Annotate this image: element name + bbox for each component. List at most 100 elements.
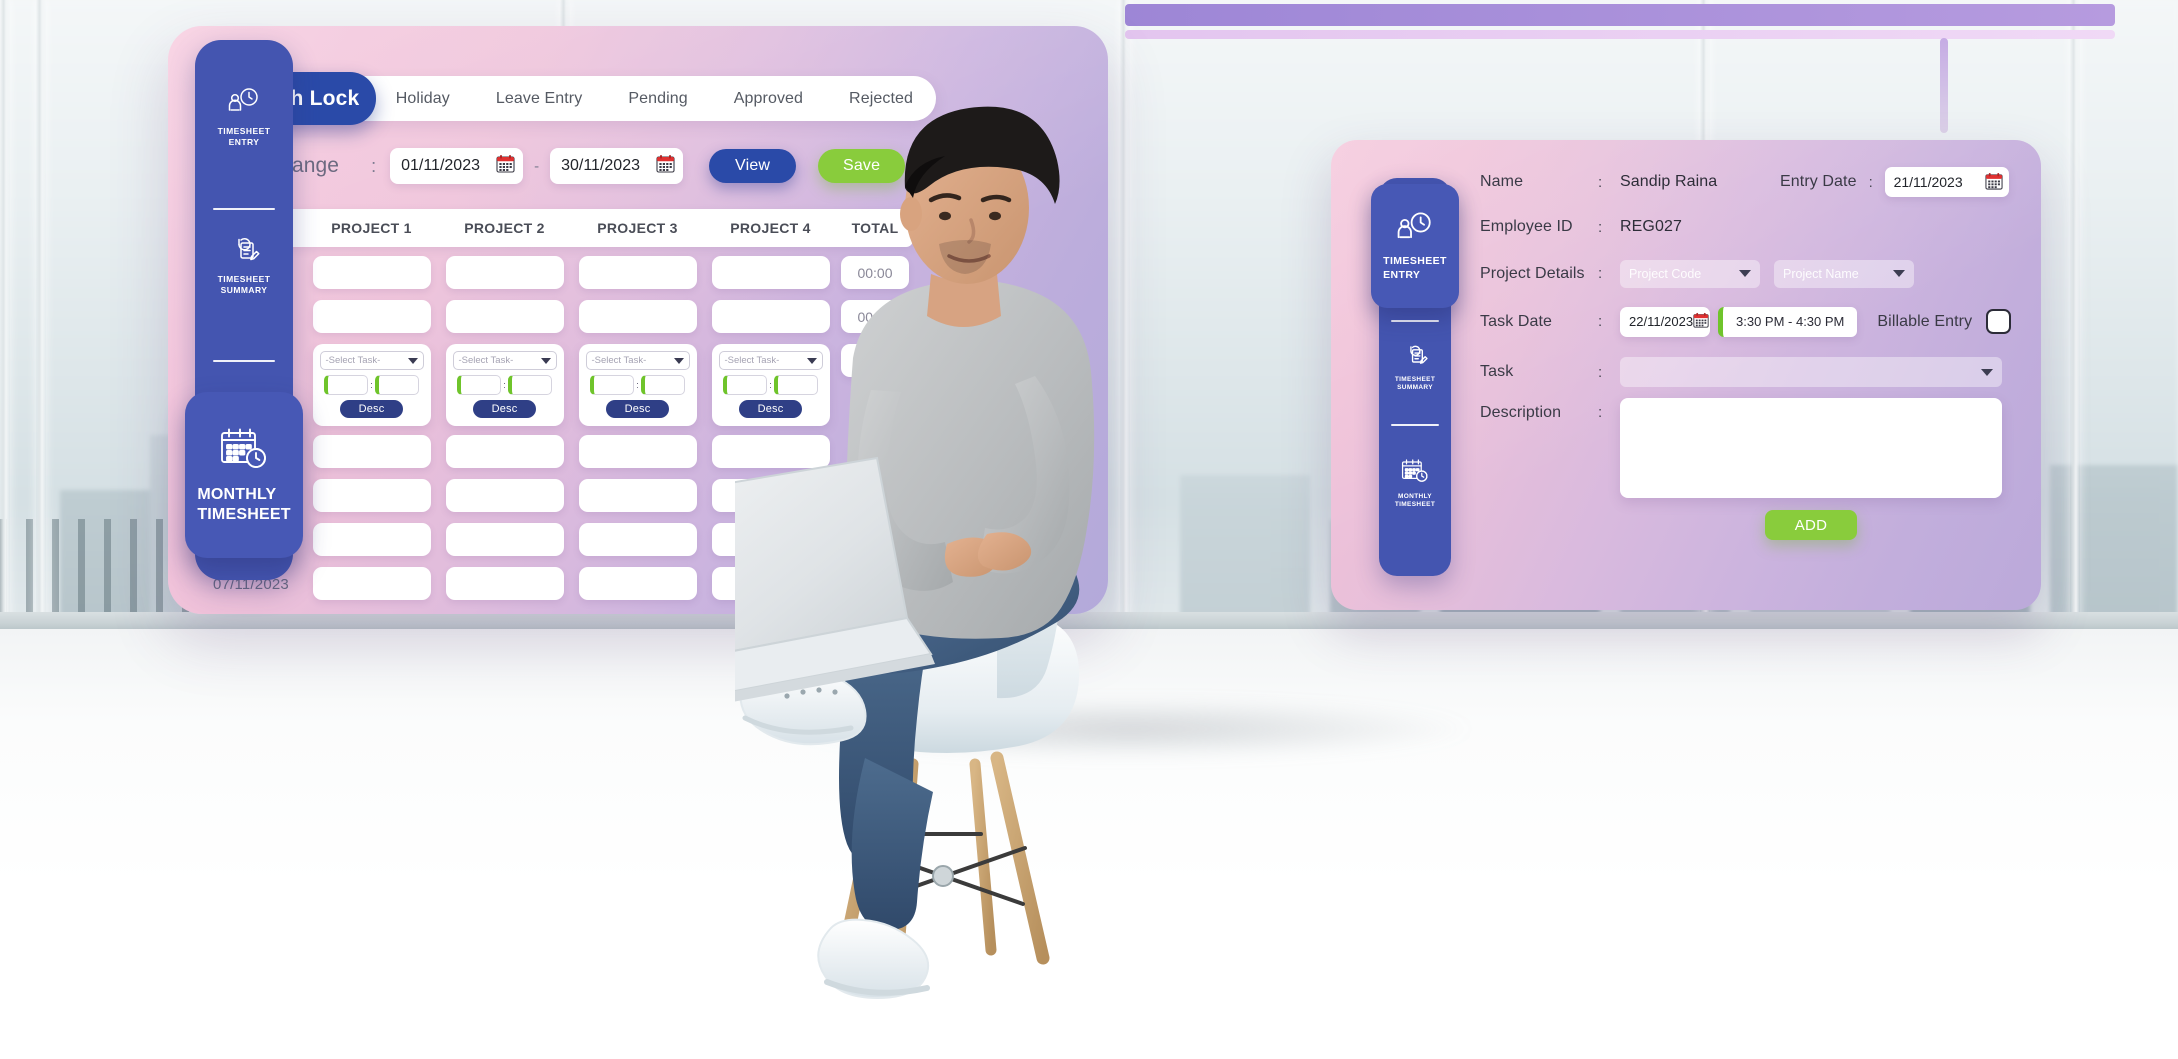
project-code-select[interactable]: Project Code xyxy=(1620,259,1760,288)
window-mullion xyxy=(0,0,10,640)
entry-date-input[interactable]: 21/11/2023 xyxy=(1884,167,2009,197)
calendar-icon[interactable] xyxy=(1693,312,1709,331)
decor-bar-top xyxy=(1125,4,2115,26)
entry-date-label: Entry Date xyxy=(1780,173,1857,190)
project-1-input[interactable] xyxy=(312,256,431,289)
hours-input[interactable] xyxy=(324,375,369,395)
minutes-input[interactable] xyxy=(374,375,419,395)
project-3-input[interactable] xyxy=(578,479,697,512)
project-3-task-cell: -Select Task- : Desc xyxy=(578,344,697,426)
date-from-input[interactable]: 01/11/2023 xyxy=(390,148,524,184)
time-colon: : xyxy=(636,380,639,390)
description-label: Description xyxy=(1480,404,1562,421)
sidebar-item-label: TIMESHEET ENTRY xyxy=(217,126,271,147)
add-button[interactable]: ADD xyxy=(1765,510,1857,540)
calendar-icon[interactable] xyxy=(656,154,675,178)
task-select-placeholder: -Select Task- xyxy=(591,355,647,366)
project-3-input[interactable] xyxy=(578,567,697,600)
project-1-input[interactable] xyxy=(312,435,431,468)
project-3-input[interactable] xyxy=(578,435,697,468)
minutes-input[interactable] xyxy=(640,375,685,395)
task-label: Task xyxy=(1480,363,1514,380)
desc-button[interactable]: Desc xyxy=(473,400,536,418)
person-with-laptop-illustration xyxy=(651,58,1155,1018)
colon: : xyxy=(1868,173,1873,191)
project-2-input[interactable] xyxy=(445,523,564,556)
project-2-input[interactable] xyxy=(445,256,564,289)
project-1-input[interactable] xyxy=(312,300,431,333)
side-sidebar-item-label: MONTHLY TIMESHEET xyxy=(1394,493,1436,509)
colon: : xyxy=(1598,313,1603,330)
task-select-placeholder: -Select Task- xyxy=(325,355,381,366)
time-colon: : xyxy=(503,380,506,390)
project-2-input[interactable] xyxy=(445,479,564,512)
project-3-input[interactable] xyxy=(578,523,697,556)
time-inputs: : xyxy=(324,375,419,395)
project-name-select[interactable]: Project Name xyxy=(1774,259,1914,288)
date-to-input[interactable]: 30/11/2023 xyxy=(550,148,684,184)
sidebar-item-label: MONTHLY TIMESHEET xyxy=(197,486,291,523)
colon: : xyxy=(1598,218,1603,236)
chevron-down-icon[interactable] xyxy=(540,357,551,364)
column-header-project-2: PROJECT 2 xyxy=(464,220,545,236)
billable-entry-label: Billable Entry xyxy=(1877,312,1973,330)
billable-entry-checkbox[interactable] xyxy=(1986,309,2012,334)
monthly-timesheet-icon xyxy=(218,426,270,477)
project-2-input[interactable] xyxy=(445,567,564,600)
task-date-input[interactable]: 22/11/2023 xyxy=(1620,306,1710,337)
sidebar-item-timesheet-entry[interactable]: TIMESHEET ENTRY xyxy=(195,86,293,147)
calendar-icon[interactable] xyxy=(496,154,515,178)
sidebar-item-timesheet-summary[interactable]: TIMESHEET SUMMARY xyxy=(195,236,293,295)
project-1-input[interactable] xyxy=(312,479,431,512)
form-row-description: Description : xyxy=(1480,398,2025,510)
chevron-down-icon[interactable] xyxy=(1893,270,1905,277)
project-1-input[interactable] xyxy=(312,567,431,600)
window-mullion xyxy=(2070,0,2080,640)
form-row-actions: ADD xyxy=(1620,510,2002,540)
hours-input[interactable] xyxy=(590,375,635,395)
task-select[interactable]: -Select Task- xyxy=(585,351,690,370)
date-to-value: 30/11/2023 xyxy=(561,157,640,174)
desc-button[interactable]: Desc xyxy=(606,400,669,418)
chevron-down-icon[interactable] xyxy=(1739,270,1751,277)
project-2-input[interactable] xyxy=(445,435,564,468)
calendar-icon[interactable] xyxy=(1985,172,2003,193)
timesheet-entry-icon xyxy=(227,86,261,121)
task-select-placeholder: -Select Task- xyxy=(458,355,514,366)
form-row-employee-id: Employee ID : REG027 xyxy=(1480,204,2025,250)
sidebar-item-monthly-timesheet[interactable]: MONTHLY TIMESHEET xyxy=(185,392,303,558)
tab-pending[interactable]: Pending xyxy=(605,90,710,108)
hours-input[interactable] xyxy=(457,375,502,395)
tab-holiday[interactable]: Holiday xyxy=(373,90,473,108)
project-name-placeholder: Project Name xyxy=(1783,266,1859,281)
minutes-input[interactable] xyxy=(507,375,552,395)
screenshot-stage: TIMESHEET ENTRY TIMESHEET SUMMARY MONTHL… xyxy=(0,0,2178,1059)
side-sidebar-item-timesheet-entry[interactable]: TIMESHEET ENTRY xyxy=(1371,184,1459,308)
desc-button[interactable]: Desc xyxy=(340,400,403,418)
side-sidebar-item-monthly-timesheet[interactable]: MONTHLY TIMESHEET xyxy=(1379,458,1451,509)
project-details-label: Project Details xyxy=(1480,264,1585,282)
task-date-value: 22/11/2023 xyxy=(1629,314,1694,329)
date-range-separator: - xyxy=(534,157,540,175)
project-3-input[interactable] xyxy=(578,300,697,333)
decor-bar-stem xyxy=(1940,38,1948,133)
timesheet-summary-icon xyxy=(1402,344,1428,372)
task-select[interactable]: -Select Task- xyxy=(319,351,424,370)
side-sidebar-item-label: TIMESHEET ENTRY xyxy=(1383,255,1447,281)
chevron-down-icon[interactable] xyxy=(1981,368,1993,376)
side-sidebar-item-timesheet-summary[interactable]: TIMESHEET SUMMARY xyxy=(1379,344,1451,392)
tab-leave-entry[interactable]: Leave Entry xyxy=(473,90,605,108)
time-colon: : xyxy=(370,380,373,390)
chevron-down-icon[interactable] xyxy=(407,357,418,364)
description-textarea[interactable] xyxy=(1620,398,2002,498)
project-3-input[interactable] xyxy=(578,256,697,289)
chevron-down-icon[interactable] xyxy=(673,357,684,364)
sidebar-divider xyxy=(213,208,275,210)
task-time-input[interactable]: 3:30 PM - 4:30 PM xyxy=(1718,306,1858,337)
date-range-colon: : xyxy=(371,155,377,176)
project-1-input[interactable] xyxy=(312,523,431,556)
task-select[interactable] xyxy=(1620,357,2002,387)
project-2-input[interactable] xyxy=(445,300,564,333)
time-inputs: : xyxy=(457,375,552,395)
task-select[interactable]: -Select Task- xyxy=(452,351,557,370)
